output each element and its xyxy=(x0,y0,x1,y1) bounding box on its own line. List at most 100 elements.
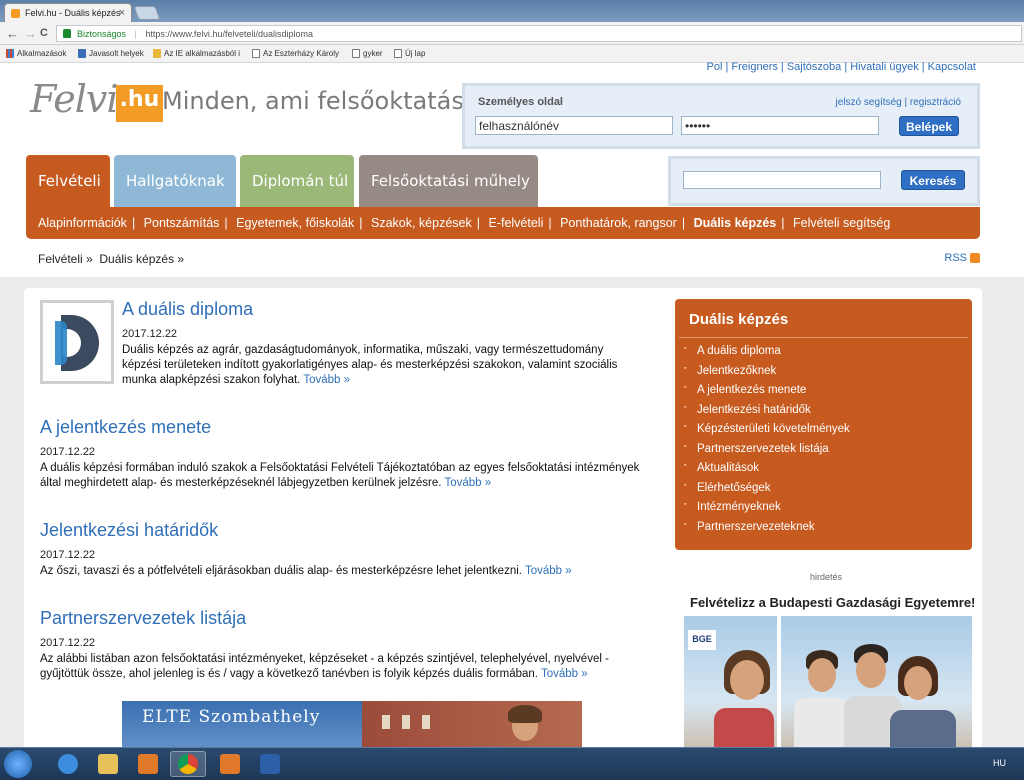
content-area: A duális diploma 2017.12.22 Duális képzé… xyxy=(24,288,982,758)
more-link[interactable]: Tovább » xyxy=(541,668,588,680)
bookmark-apps[interactable]: Alkalmazások xyxy=(6,49,66,58)
rss-label: RSS xyxy=(944,252,967,264)
felvi-logo[interactable]: Felvi.hu xyxy=(30,77,164,127)
page-icon xyxy=(394,49,402,58)
tab-diploman-tul[interactable]: Diplomán túl xyxy=(240,155,354,207)
article-title[interactable]: A duális diploma xyxy=(122,299,642,320)
new-tab-button[interactable] xyxy=(133,6,161,20)
page-icon xyxy=(352,49,360,58)
login-title: Személyes oldal xyxy=(478,96,563,108)
tab-title: Felvi.hu - Duális képzés xyxy=(25,8,121,18)
sidebar-list: A duális diploma Jelentkezőknek A jelent… xyxy=(675,338,972,540)
article-text: Duális képzés az agrár, gazdaságtudomány… xyxy=(122,344,618,386)
bookmark-ie-folder[interactable]: Az IE alkalmazásból i xyxy=(153,49,240,58)
sidebar-item-jelentkezes-menete[interactable]: A jelentkezés menete xyxy=(684,384,972,404)
bookmark-icon xyxy=(78,49,86,58)
bookmark-suggested[interactable]: Javasolt helyek xyxy=(78,49,144,58)
bookmark-new-tab[interactable]: Új lap xyxy=(394,49,425,58)
back-icon[interactable]: ← xyxy=(6,26,19,41)
sidebar-dualis-kepzes: Duális képzés A duális diploma Jelentkez… xyxy=(675,299,972,550)
article-title[interactable]: A jelentkezés menete xyxy=(40,417,650,438)
sidebar-item-intezmenyeknek[interactable]: Intézményeknek xyxy=(684,501,972,521)
tab-hallgatoknak[interactable]: Hallgatóknak xyxy=(114,155,236,207)
subnav-pontszamitas[interactable]: Pontszámítás xyxy=(144,216,220,230)
login-links: jelszó segítség | regisztráció xyxy=(836,97,961,108)
windows-taskbar: HU xyxy=(0,747,1024,780)
secure-label: Biztonságos xyxy=(77,29,127,39)
subnav-felveteli-segitseg[interactable]: Felvételi segítség xyxy=(793,216,890,230)
article-text: A duális képzési formában induló szakok … xyxy=(40,462,640,489)
dualis-logo-thumbnail[interactable] xyxy=(40,300,114,384)
start-button-icon[interactable] xyxy=(4,750,32,778)
username-field[interactable] xyxy=(475,116,673,135)
subnav-e-felveteli[interactable]: E-felvételi xyxy=(488,216,543,230)
taskbar-language-indicator[interactable]: HU xyxy=(993,758,1006,768)
sidebar-item-aktualitasok[interactable]: Aktualitások xyxy=(684,462,972,482)
search-box: Keresés xyxy=(668,156,980,206)
taskbar-chrome-icon[interactable] xyxy=(170,751,206,777)
rss-icon xyxy=(970,253,980,263)
subnav-ponthatarok[interactable]: Ponthatárok, rangsor xyxy=(560,216,677,230)
article-title[interactable]: Jelentkezési határidők xyxy=(40,520,650,541)
url-text: https://www.felvi.hu/felveteli/dualisdip… xyxy=(145,29,313,39)
sub-navigation: Alapinformációk | Pontszámítás | Egyetemek… xyxy=(26,207,980,239)
more-link[interactable]: Tovább » xyxy=(444,477,491,489)
password-field[interactable] xyxy=(681,116,879,135)
sidebar-item-jelentkezoknek[interactable]: Jelentkezőknek xyxy=(684,365,972,385)
site-slogan: Minden, ami felsőoktatás xyxy=(162,87,464,115)
more-link[interactable]: Tovább » xyxy=(525,565,572,577)
article-dualis-diploma: A duális diploma 2017.12.22 Duális képzé… xyxy=(122,299,642,388)
subnav-szakok[interactable]: Szakok, képzések xyxy=(371,216,472,230)
breadcrumb-felveteli[interactable]: Felvételi » xyxy=(38,252,93,266)
subnav-egyetemek[interactable]: Egyetemek, főiskolák xyxy=(236,216,354,230)
login-button[interactable]: Belépek xyxy=(899,116,959,136)
subnav-alapinformaciok[interactable]: Alapinformációk xyxy=(38,216,127,230)
ad-image[interactable]: BGE xyxy=(684,616,972,758)
login-link-separator: | xyxy=(904,97,908,108)
rss-link[interactable]: RSS xyxy=(944,252,980,264)
url-field[interactable]: Biztonságos | https://www.felvi.hu/felve… xyxy=(56,25,1022,42)
register-link[interactable]: regisztráció xyxy=(910,97,961,108)
browser-tabbar: Felvi.hu - Duális képzés × xyxy=(0,0,1024,22)
top-links[interactable]: Pol | Freigners | Sajtószoba | Hivatali … xyxy=(707,61,976,73)
tab-felsooktatasi-muhely[interactable]: Felsőoktatási műhely xyxy=(359,155,538,207)
forward-icon[interactable]: → xyxy=(24,26,37,41)
sidebar-item-hataridok[interactable]: Jelentkezési határidők xyxy=(684,404,972,424)
browser-tab[interactable]: Felvi.hu - Duális képzés × xyxy=(4,3,132,22)
sidebar-item-kovetelmenyek[interactable]: Képzésterületi követelmények xyxy=(684,423,972,443)
bge-logo: BGE xyxy=(688,630,716,650)
article-title[interactable]: Partnerszervezetek listája xyxy=(40,608,650,629)
taskbar-media-player-icon[interactable] xyxy=(130,751,166,777)
sidebar-item-partnerszervezetek-listaja[interactable]: Partnerszervezetek listája xyxy=(684,443,972,463)
search-button[interactable]: Keresés xyxy=(901,170,965,190)
sidebar-item-dualis-diploma[interactable]: A duális diploma xyxy=(684,345,972,365)
lock-icon xyxy=(63,29,71,38)
more-link[interactable]: Tovább » xyxy=(303,374,350,386)
search-input[interactable] xyxy=(683,171,881,189)
article-hataridok: Jelentkezési határidők 2017.12.22 Az ősz… xyxy=(40,520,650,579)
taskbar-outlook-icon[interactable] xyxy=(212,751,248,777)
article-text: Az őszi, tavaszi és a pótfelvételi eljár… xyxy=(40,565,572,577)
breadcrumb: Felvételi » Duális képzés » xyxy=(38,252,184,266)
article-date: 2017.12.22 xyxy=(40,549,96,561)
taskbar-word-icon[interactable] xyxy=(252,751,288,777)
folder-icon xyxy=(153,49,161,58)
sidebar-item-partnerszervezeteknek[interactable]: Partnerszervezeteknek xyxy=(684,521,972,541)
login-box: Személyes oldal jelszó segítség | regisz… xyxy=(462,83,980,149)
taskbar-explorer-icon[interactable] xyxy=(90,751,126,777)
ad-title[interactable]: Felvételizz a Budapesti Gazdasági Egyete… xyxy=(690,595,975,610)
taskbar-ie-icon[interactable] xyxy=(50,751,86,777)
bookmark-gyker[interactable]: gyker xyxy=(352,49,383,58)
tab-close-icon[interactable]: × xyxy=(119,7,125,19)
subnav-dualis-kepzes[interactable]: Duális képzés xyxy=(694,216,777,230)
page: Pol | Freigners | Sajtószoba | Hivatali … xyxy=(0,61,1024,758)
password-help-link[interactable]: jelszó segítség xyxy=(836,97,902,108)
breadcrumb-dualis[interactable]: Duális képzés » xyxy=(99,252,184,266)
bookmark-eszterhazy[interactable]: Az Eszterházy Károly xyxy=(252,49,339,58)
address-bar: ← → C Biztonságos | https://www.felvi.hu… xyxy=(0,22,1024,45)
tab-felveteli[interactable]: Felvételi xyxy=(26,155,110,207)
ad-label: hirdetés xyxy=(810,572,843,582)
sidebar-item-elerhetosegek[interactable]: Elérhetőségek xyxy=(684,482,972,502)
reload-icon[interactable]: C xyxy=(40,27,48,39)
elte-banner-text: ELTE Szombathely xyxy=(142,707,321,727)
